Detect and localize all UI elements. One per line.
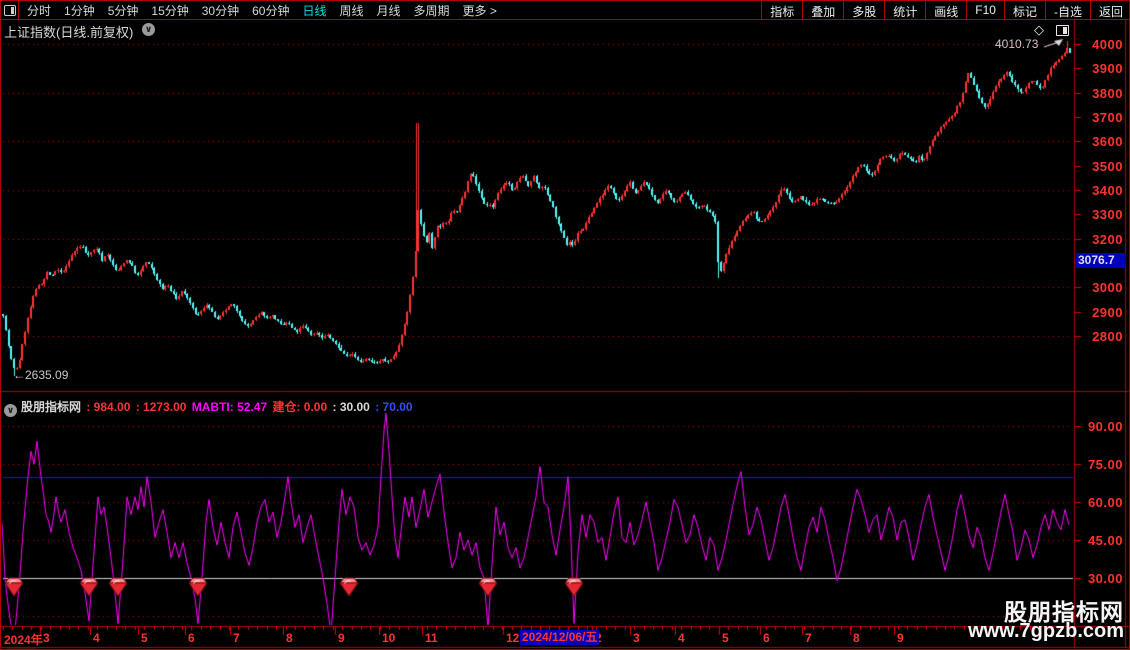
indicator-header: ∨ 股朋指标网 : 984.00 : 1273.00 MABTI: 52.47 建… (4, 398, 415, 417)
tool-item-F10[interactable]: F10 (966, 1, 1004, 19)
tool-item-叠加[interactable]: 叠加 (802, 1, 843, 19)
date-axis-label: 3 (43, 631, 50, 645)
top-menu-bar: 分时 1分钟 5分钟 15分钟 30分钟 60分钟 日线 周线 月线 多周期 更多 > 指标 叠加 多股… (1, 1, 1129, 20)
price-axis-label: 4000 (1092, 37, 1123, 52)
price-axis-label: 3600 (1092, 134, 1123, 150)
period-item-15分钟[interactable]: 15分钟 (151, 2, 188, 19)
chevron-down-icon[interactable]: ∨ (142, 23, 155, 36)
indicator-axis-label: 60.00 (1087, 495, 1123, 510)
low-price-annotation: ←2635.09 (13, 368, 69, 382)
price-axis-label: 3700 (1092, 109, 1123, 125)
period-item-多周期[interactable]: 多周期 (414, 2, 450, 19)
date-axis-label: 4 (93, 631, 100, 645)
date-axis-label: 12 (506, 631, 520, 645)
chart-canvas[interactable] (1, 1, 1129, 649)
date-axis-label: 5 (141, 631, 148, 645)
indicator-axis-label: 30.00 (1087, 571, 1123, 586)
price-axis-label: 2900 (1092, 304, 1123, 320)
price-axis-label: 3800 (1092, 85, 1123, 101)
symbol-title[interactable]: 上证指数(日线.前复权) (4, 22, 133, 41)
indicator-header-segment: 建仓: 0.00 (269, 400, 328, 414)
date-axis-label: 7 (805, 631, 812, 645)
pane-layout-icon (3, 4, 16, 16)
indicator-header-segment: 股朋指标网 (21, 400, 82, 414)
date-axis-label: 4 (678, 631, 685, 645)
last-price-marker: 3076.7 (1076, 253, 1126, 268)
high-price-annotation: 4010.73 (995, 37, 1039, 51)
date-axis-label: 6 (763, 631, 770, 645)
date-axis-label: 9 (338, 631, 345, 645)
date-axis-label: 6 (188, 631, 195, 645)
watermark-site-url: www.7gpzb.com (968, 620, 1124, 642)
price-axis-label: 3400 (1092, 182, 1123, 198)
price-axis-label: 3200 (1092, 231, 1123, 247)
indicator-axis-label: 90.00 (1087, 419, 1123, 434)
period-item-30分钟[interactable]: 30分钟 (202, 2, 239, 19)
layout-toggle-button[interactable] (1, 1, 19, 19)
indicator-header-segment: : 984.00 (83, 400, 131, 414)
tool-item-多股[interactable]: 多股 (843, 1, 884, 19)
period-menu: 分时 1分钟 5分钟 15分钟 30分钟 60分钟 日线 周线 月线 多周期 更多 > (27, 2, 497, 19)
period-item-月线[interactable]: 月线 (377, 2, 401, 19)
price-axis-label: 3900 (1092, 61, 1123, 77)
indicator-values: 股朋指标网 : 984.00 : 1273.00 MABTI: 52.47 建仓… (21, 400, 415, 414)
date-axis-label: 3 (633, 631, 640, 645)
date-axis-label: 5 (722, 631, 729, 645)
price-axis-label: 3300 (1092, 207, 1123, 223)
date-axis-label: 7 (233, 631, 240, 645)
indicator-axis-label: 75.00 (1087, 457, 1123, 472)
tool-item-返回[interactable]: 返回 (1089, 1, 1129, 19)
date-axis-label: 8 (853, 631, 860, 645)
price-axis-label: 2800 (1092, 328, 1123, 344)
indicator-header-segment: : 30.00 (329, 400, 370, 414)
price-axis-label: 3500 (1092, 158, 1123, 174)
chart-title-bar: 上证指数(日线.前复权) ∨ (1, 20, 1129, 41)
date-axis-label: 8 (286, 631, 293, 645)
date-axis-label: 9 (897, 631, 904, 645)
tool-item-指标[interactable]: 指标 (761, 1, 802, 19)
date-axis-label: 2024年 (4, 633, 43, 647)
stock-app-window: 分时 1分钟 5分钟 15分钟 30分钟 60分钟 日线 周线 月线 多周期 更多 > 指标 叠加 多股… (0, 0, 1130, 650)
tool-menu: 指标 叠加 多股 统计 画线 F10 标记 -自选 返回 (761, 1, 1129, 19)
cursor-date-marker: 2024/12/06/五 (520, 630, 600, 645)
date-axis-label: 10 (382, 631, 396, 645)
indicator-header-segment: MABTI: 52.47 (188, 400, 268, 414)
tool-item-统计[interactable]: 统计 (884, 1, 925, 19)
collapse-icon[interactable]: ∨ (4, 404, 17, 417)
period-item-周线[interactable]: 周线 (339, 2, 363, 19)
period-item-分时[interactable]: 分时 (27, 2, 51, 19)
period-item-5分钟[interactable]: 5分钟 (108, 2, 139, 19)
period-item-60分钟[interactable]: 60分钟 (252, 2, 289, 19)
tool-item-标记[interactable]: 标记 (1003, 1, 1045, 19)
indicator-axis-label: 45.00 (1087, 533, 1123, 548)
period-item-更多 >[interactable]: 更多 > (463, 2, 497, 19)
price-axis-label: 3000 (1092, 280, 1123, 296)
date-axis-label: 11 (425, 631, 438, 645)
period-item-日线[interactable]: 日线 (302, 2, 326, 19)
tool-item-画线[interactable]: 画线 (925, 1, 966, 19)
indicator-header-segment: : 70.00 (371, 400, 413, 414)
tool-item--自选[interactable]: -自选 (1044, 1, 1090, 19)
period-item-1分钟[interactable]: 1分钟 (64, 2, 95, 19)
indicator-header-segment: : 1273.00 (132, 400, 187, 414)
